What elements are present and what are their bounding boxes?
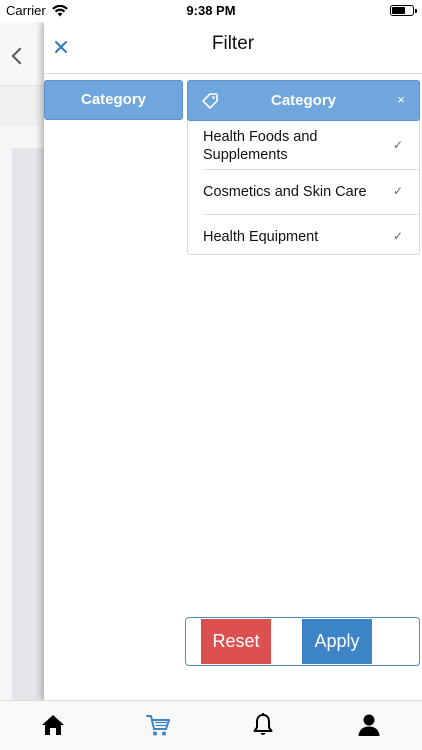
apply-button[interactable]: Apply <box>302 619 372 664</box>
page-title: Filter <box>211 33 255 54</box>
check-icon: ✓ <box>392 184 403 198</box>
background-page <box>0 22 44 700</box>
filter-drawer: Filter Category Category × Health Foods … <box>44 22 422 700</box>
status-bar: Carrier 9:38 PM <box>0 0 422 22</box>
status-time: 9:38 PM <box>186 3 236 18</box>
clear-icon[interactable]: × <box>393 91 409 109</box>
category-dropdown-label: Category <box>270 92 337 109</box>
bell-icon[interactable] <box>249 711 277 739</box>
option-label: Health Equipment <box>203 229 319 245</box>
home-icon[interactable] <box>39 711 67 739</box>
option-label: Health Foods and Supplements <box>203 129 318 163</box>
category-dropdown-header[interactable]: Category × <box>187 80 420 121</box>
background-strip <box>0 86 44 126</box>
dropdown-option-health-equipment[interactable]: Health Equipment ✓ <box>203 215 419 255</box>
cart-icon[interactable] <box>144 711 172 739</box>
option-label: Cosmetics and Skin Care <box>203 184 367 200</box>
dropdown-option-health-foods[interactable]: Health Foods and Supplements ✓ <box>203 125 419 170</box>
check-icon: ✓ <box>392 229 403 243</box>
check-icon: ✓ <box>392 138 403 152</box>
filter-actions: Reset Apply <box>185 617 420 666</box>
chevron-left-icon[interactable] <box>11 47 29 65</box>
filter-header: Filter <box>44 22 422 74</box>
battery-icon <box>390 5 417 16</box>
tab-bar <box>0 700 422 750</box>
background-content <box>12 148 44 700</box>
background-header <box>0 22 44 86</box>
user-icon[interactable] <box>355 711 383 739</box>
dropdown-option-cosmetics[interactable]: Cosmetics and Skin Care ✓ <box>203 170 419 215</box>
reset-button[interactable]: Reset <box>201 619 271 664</box>
category-dropdown: Category × Health Foods and Supplements … <box>187 80 420 255</box>
category-button[interactable]: Category <box>44 80 183 120</box>
